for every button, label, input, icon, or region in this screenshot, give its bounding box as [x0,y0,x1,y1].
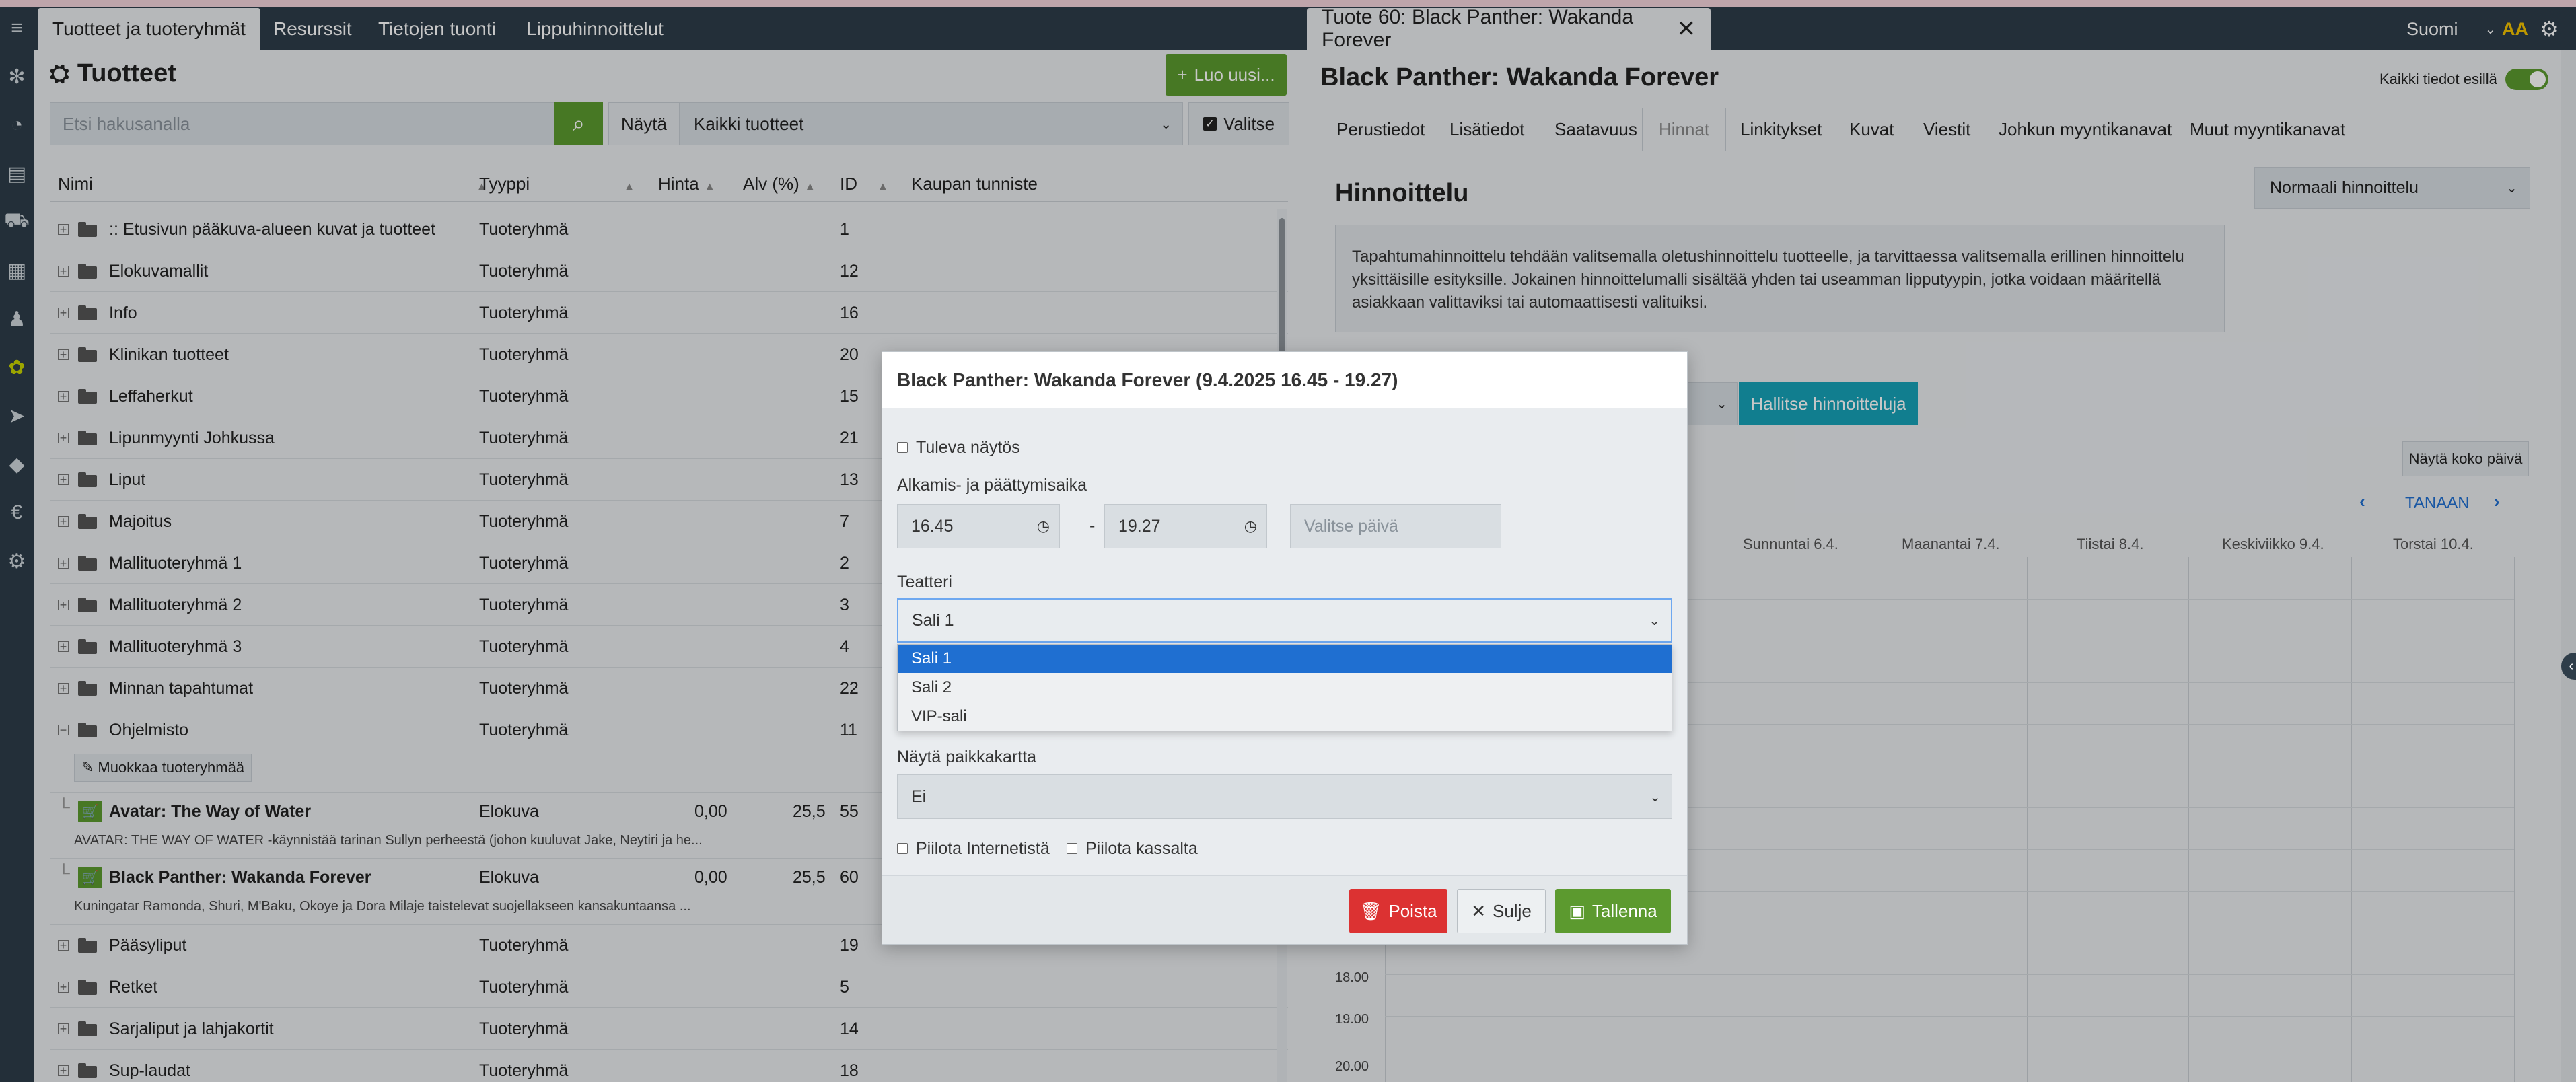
option-vip-sali[interactable]: VIP-sali [898,702,1672,731]
hide-pos-checkbox[interactable] [1067,843,1077,854]
end-time-value: 19.27 [1118,516,1161,536]
close-button[interactable]: ✕ Sulje [1457,889,1546,933]
delete-button[interactable]: 🗑 Poista [1349,889,1447,933]
save-label: Tallenna [1591,900,1657,921]
option-sali-1[interactable]: Sali 1 [898,645,1672,673]
theater-label: Teatteri [897,573,952,591]
hide-internet-label: Piilota Internetistä [916,839,1050,858]
save-icon: ▣ [1569,900,1585,921]
close-label: Sulje [1492,900,1532,921]
clock-icon: ◷ [1244,517,1257,534]
save-button[interactable]: ▣ Tallenna [1555,889,1671,933]
dialog-title: Black Panther: Wakanda Forever (9.4.2025… [882,352,1687,408]
delete-label: Poista [1388,900,1437,921]
theater-select-value: Sali 1 [912,610,954,630]
theater-dropdown: Sali 1 Sali 2 VIP-sali [897,644,1672,731]
clock-icon: ◷ [1036,517,1050,534]
time-label: Alkamis- ja päättymisaika [897,476,1087,495]
date-input[interactable]: Valitse päivä [1290,504,1501,548]
chevron-down-icon: ⌄ [1649,789,1661,805]
option-sali-2[interactable]: Sali 2 [898,674,1672,702]
time-dash: - [1089,516,1096,535]
start-time-input[interactable]: 16.45 ◷ [897,504,1060,548]
upcoming-checkbox[interactable] [897,442,908,453]
chevron-down-icon: ⌄ [1649,613,1660,628]
end-time-input[interactable]: 19.27 ◷ [1104,504,1267,548]
hide-internet-checkbox[interactable] [897,843,908,854]
show-dialog: Black Panther: Wakanda Forever (9.4.2025… [882,351,1688,945]
hide-pos-label: Piilota kassalta [1085,839,1198,858]
seatmap-select-value: Ei [911,787,927,806]
close-icon: ✕ [1471,900,1486,921]
start-time-value: 16.45 [911,516,954,536]
seatmap-select[interactable]: Ei ⌄ [897,774,1672,819]
seatmap-label: Näytä paikkakartta [897,748,1037,766]
theater-select[interactable]: Sali 1 ⌄ [897,598,1672,643]
trash-icon: 🗑 [1359,900,1382,921]
upcoming-label: Tuleva näytös [916,438,1020,457]
